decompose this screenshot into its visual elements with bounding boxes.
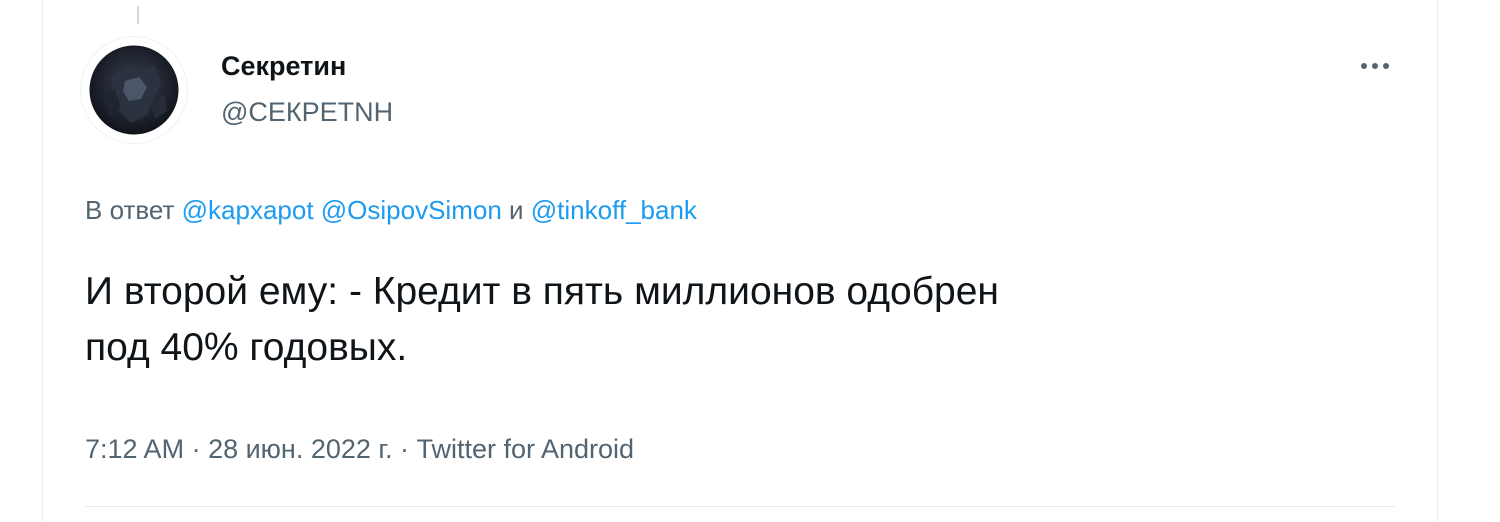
mention-link-tinkoff-bank[interactable]: @tinkoff_bank bbox=[531, 195, 697, 225]
tweet-date[interactable]: 28 июн. 2022 г. bbox=[208, 434, 392, 464]
avatar-image bbox=[86, 42, 182, 138]
mention-link-osipovsimon[interactable]: @OsipovSimon bbox=[321, 195, 502, 225]
tweet-metadata: 7:12 AM · 28 июн. 2022 г. · Twitter for … bbox=[85, 432, 634, 466]
meta-separator: · bbox=[184, 434, 209, 464]
more-options-button[interactable] bbox=[1353, 48, 1397, 84]
thread-connector-line bbox=[137, 6, 139, 24]
reply-space bbox=[314, 195, 321, 225]
meta-separator: · bbox=[392, 434, 417, 464]
author-info: Секретин @СЕКРЕТNH bbox=[221, 48, 393, 130]
author-display-name[interactable]: Секретин bbox=[221, 48, 393, 84]
divider bbox=[85, 506, 1395, 507]
author-handle[interactable]: @СЕКРЕТNH bbox=[221, 94, 393, 130]
reply-conjunction: и bbox=[501, 195, 531, 225]
more-horizontal-icon bbox=[1361, 63, 1389, 69]
reply-context: В ответ @kapxapot @OsipovSimon и @tinkof… bbox=[85, 193, 697, 227]
reply-prefix: В ответ bbox=[85, 195, 182, 225]
tweet-time[interactable]: 7:12 AM bbox=[85, 434, 184, 464]
avatar[interactable] bbox=[81, 37, 187, 143]
tweet-card: Секретин @СЕКРЕТNH В ответ @kapxapot @Os… bbox=[42, 0, 1438, 522]
mention-link-kapxapot[interactable]: @kapxapot bbox=[182, 195, 314, 225]
tweet-text: И второй ему: - Кредит в пять миллионов … bbox=[85, 270, 999, 369]
tweet-source[interactable]: Twitter for Android bbox=[416, 434, 634, 464]
